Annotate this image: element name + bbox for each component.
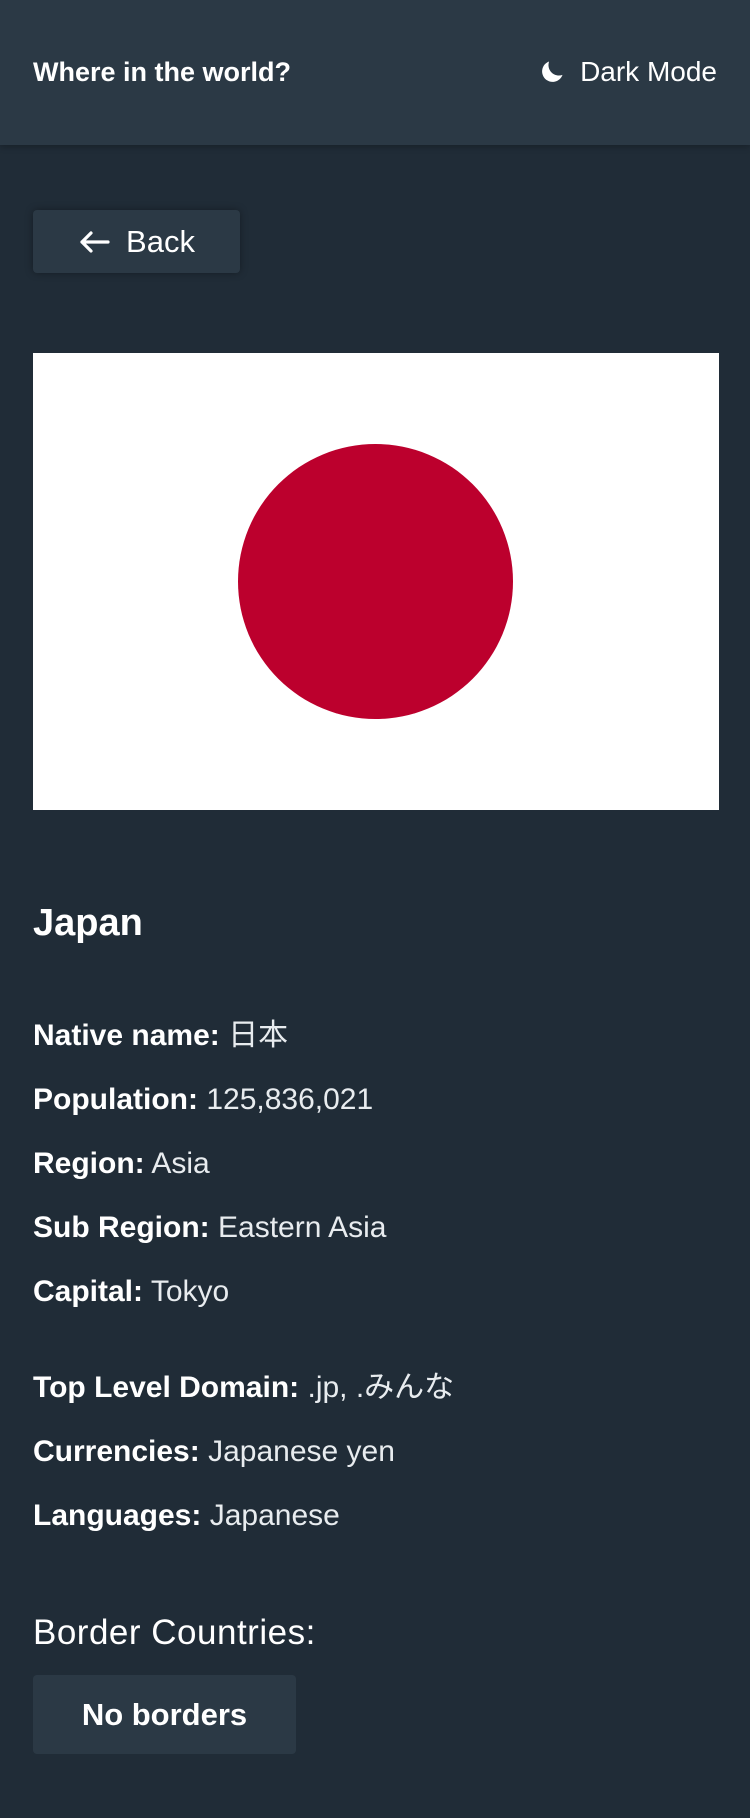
native-name-value: 日本: [228, 1019, 289, 1052]
arrow-left-icon: [80, 230, 110, 253]
dark-mode-toggle[interactable]: Dark Mode: [538, 52, 717, 92]
app-header: Where in the world? Dark Mode: [0, 0, 750, 145]
capital-label: Capital:: [33, 1275, 144, 1308]
population-value: 125,836,021: [206, 1083, 374, 1116]
languages-value: Japanese: [209, 1499, 340, 1532]
population-row: Population: 125,836,021: [33, 1080, 373, 1120]
capital-row: Capital: Tokyo: [33, 1272, 229, 1312]
languages-label: Languages:: [33, 1499, 202, 1532]
population-label: Population:: [33, 1083, 198, 1116]
region-value: Asia: [151, 1147, 210, 1180]
back-button[interactable]: Back: [33, 210, 240, 273]
capital-value: Tokyo: [150, 1275, 230, 1308]
top-level-domain-value: .jp, .みんな: [307, 1371, 455, 1404]
sub-region-label: Sub Region:: [33, 1211, 210, 1244]
top-level-domain-label: Top Level Domain:: [33, 1371, 300, 1404]
languages-row: Languages: Japanese: [33, 1496, 340, 1536]
moon-icon: [542, 61, 563, 82]
app-title: Where in the world?: [33, 57, 292, 87]
border-countries-title: Border Countries:: [33, 1613, 316, 1652]
currencies-row: Currencies: Japanese yen: [33, 1432, 395, 1472]
top-level-domain-row: Top Level Domain: .jp, .みんな: [33, 1368, 454, 1408]
sub-region-value: Eastern Asia: [218, 1211, 387, 1244]
region-label: Region:: [33, 1147, 145, 1180]
native-name-label: Native name:: [33, 1019, 220, 1052]
native-name-row: Native name: 日本: [33, 1016, 288, 1056]
back-button-label: Back: [126, 223, 195, 259]
currencies-label: Currencies:: [33, 1435, 200, 1468]
no-borders-tag: No borders: [33, 1675, 296, 1754]
country-flag-image: [33, 353, 719, 810]
flag-red-disc: [238, 444, 513, 719]
region-row: Region: Asia: [33, 1144, 210, 1184]
currencies-value: Japanese yen: [208, 1435, 395, 1468]
sub-region-row: Sub Region: Eastern Asia: [33, 1208, 386, 1248]
dark-mode-label: Dark Mode: [580, 56, 717, 87]
country-name: Japan: [33, 902, 143, 944]
